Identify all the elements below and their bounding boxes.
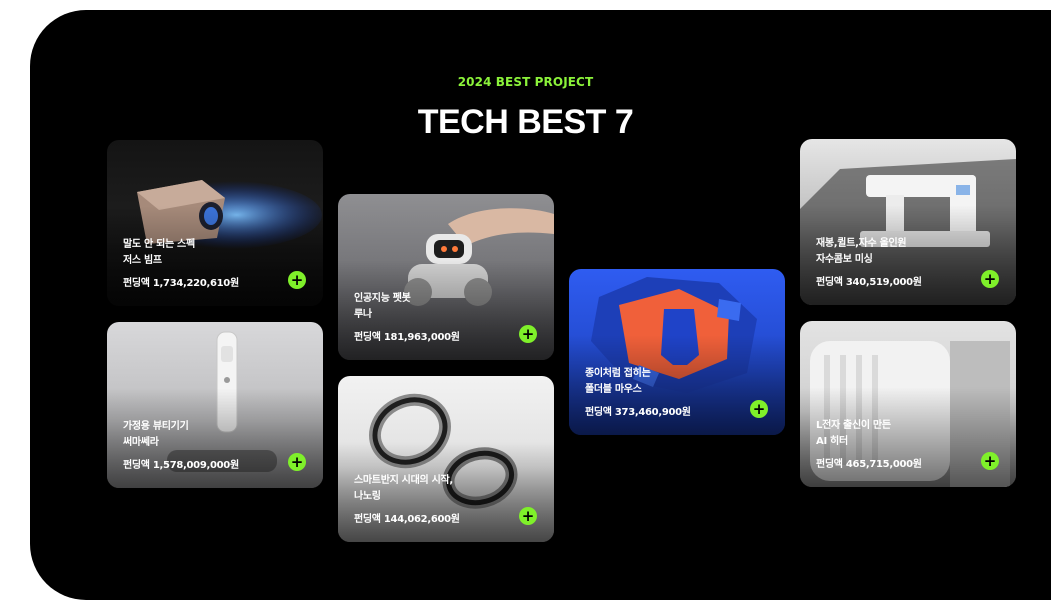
card-name-line2: 나노링 [354,491,381,502]
plus-icon[interactable]: + [519,507,537,525]
plus-icon[interactable]: + [750,400,768,418]
section-eyebrow: 2024 BEST PROJECT [457,75,594,89]
plus-icon[interactable]: + [519,325,537,343]
card-name-line1: 스마트반지 시대의 시작, [354,475,453,486]
card-funding: 펀딩액 1,578,009,000원 [123,460,239,471]
card-funding: 펀딩액 1,734,220,610원 [123,278,239,289]
section-title: TECH BEST 7 [417,103,634,141]
project-card-robot-pet[interactable]: 인공지능 펫봇 루나 펀딩액 181,963,000원 + [338,194,554,360]
card-name-line2: 저스 빔프 [123,255,162,266]
project-card-sewing-machine[interactable]: 재봉,퀼트,자수 올인원 자수콤보 미싱 펀딩액 340,519,000원 + [800,139,1016,305]
plus-icon[interactable]: + [288,271,306,289]
card-name-line2: AI 히터 [816,436,848,447]
card-funding: 펀딩액 181,963,000원 [354,332,460,343]
project-card-foldable-mouse[interactable]: 종이처럼 접히는 폴더블 마우스 펀딩액 373,460,900원 + [569,269,785,435]
card-name-line2: 루나 [354,309,372,320]
plus-icon[interactable]: + [981,270,999,288]
card-name-line2: 폴더블 마우스 [585,384,642,395]
card-name-line2: 써마쎄라 [123,437,159,448]
card-name-line1: 말도 안 되는 스펙 [123,239,195,250]
card-name-line1: L전자 출신이 만든 [816,420,891,431]
plus-icon[interactable]: + [288,453,306,471]
card-name-line1: 종이처럼 접히는 [585,368,651,379]
card-funding: 펀딩액 465,715,000원 [816,459,922,470]
project-card-heater[interactable]: L전자 출신이 만든 AI 히터 펀딩액 465,715,000원 + [800,321,1016,487]
card-funding: 펀딩액 373,460,900원 [585,407,691,418]
card-name-line2: 자수콤보 미싱 [816,254,873,265]
plus-icon[interactable]: + [981,452,999,470]
card-funding: 펀딩액 340,519,000원 [816,277,922,288]
card-name-line1: 가정용 뷰티기기 [123,421,189,432]
project-card-smart-ring[interactable]: 스마트반지 시대의 시작, 나노링 펀딩액 144,062,600원 + [338,376,554,542]
card-name-line1: 인공지능 펫봇 [354,293,411,304]
card-name-line1: 재봉,퀼트,자수 올인원 [816,238,907,249]
project-card-beauty[interactable]: 가정용 뷰티기기 써마쎄라 펀딩액 1,578,009,000원 + [107,322,323,488]
card-funding: 펀딩액 144,062,600원 [354,514,460,525]
project-card-projector[interactable]: 말도 안 되는 스펙 저스 빔프 펀딩액 1,734,220,610원 + [107,140,323,306]
